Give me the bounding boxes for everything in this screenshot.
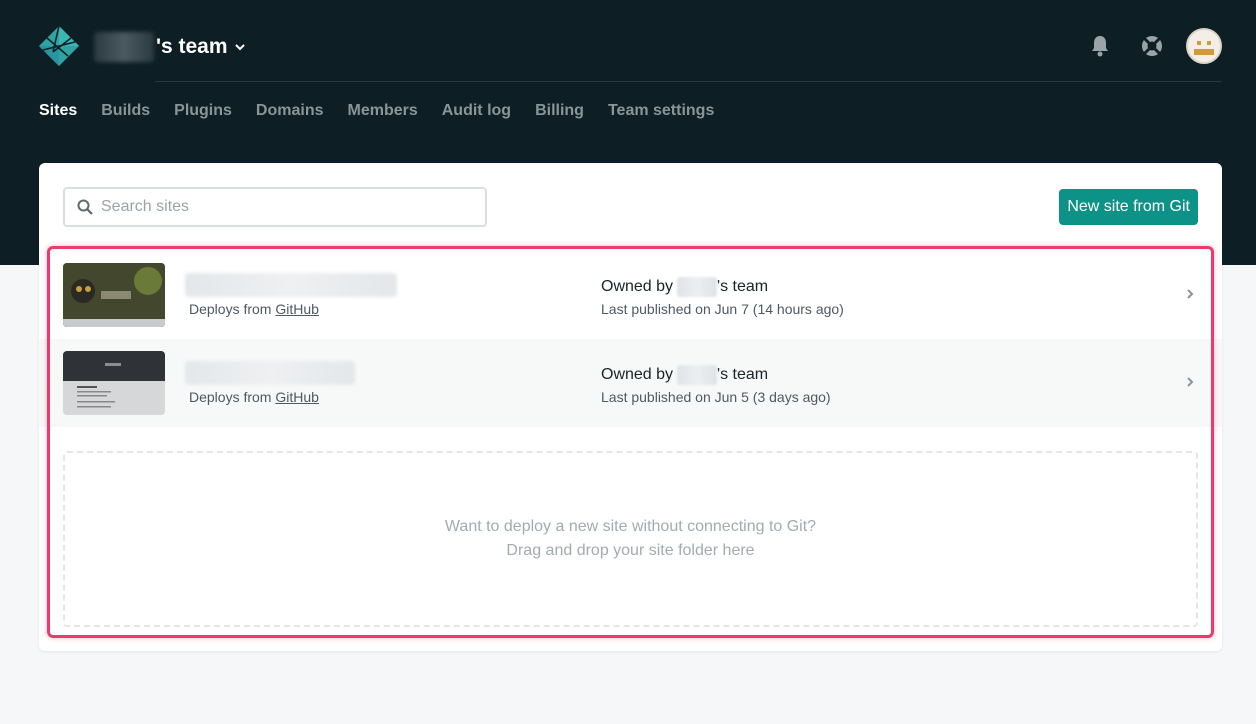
team-nav: Sites Builds Plugins Domains Members Aud… [39, 102, 738, 120]
chevron-down-icon [234, 44, 245, 51]
tab-members[interactable]: Members [348, 102, 418, 120]
owner-suffix: 's team [717, 278, 769, 295]
owner-name-redacted [677, 365, 718, 385]
site-row[interactable]: Deploys from GitHub Owned by 's team Las… [39, 251, 1222, 339]
dropzone-subtitle: Drag and drop your site folder here [506, 542, 755, 559]
deploy-source-label: Deploys from [189, 389, 272, 405]
site-owner: Owned by 's team [601, 365, 768, 385]
owner-label: Owned by [601, 278, 674, 295]
header-actions [1082, 28, 1222, 64]
bell-icon[interactable] [1082, 28, 1118, 64]
tab-sites[interactable]: Sites [39, 102, 77, 120]
owner-label: Owned by [601, 366, 674, 383]
netlify-logo-icon[interactable] [38, 25, 80, 67]
tab-plugins[interactable]: Plugins [174, 102, 232, 120]
drag-drop-zone[interactable]: Want to deploy a new site without connec… [63, 451, 1198, 627]
header-divider [155, 81, 1222, 82]
tab-domains[interactable]: Domains [256, 102, 324, 120]
search-icon [77, 199, 93, 215]
tab-billing[interactable]: Billing [535, 102, 584, 120]
new-site-from-git-button[interactable]: New site from Git [1059, 189, 1198, 225]
team-name-suffix: 's team [156, 35, 228, 58]
last-published: Last published on Jun 7 (14 hours ago) [601, 301, 844, 317]
avatar[interactable] [1186, 28, 1222, 64]
site-thumbnail [63, 351, 165, 415]
owner-name-redacted [677, 277, 718, 297]
site-owner: Owned by 's team [601, 277, 768, 297]
search-box[interactable] [63, 187, 487, 227]
deploy-source: Deploys from GitHub [189, 389, 319, 405]
deploy-source-label: Deploys from [189, 301, 272, 317]
site-name-redacted[interactable] [185, 273, 397, 297]
sites-card: New site from Git Deploys from GitHub Ow… [39, 163, 1222, 651]
team-name-redacted [94, 32, 154, 62]
tab-team-settings[interactable]: Team settings [608, 102, 714, 120]
deploy-source: Deploys from GitHub [189, 301, 319, 317]
help-lifebuoy-icon[interactable] [1134, 28, 1170, 64]
github-link[interactable]: GitHub [275, 389, 319, 405]
chevron-right-icon [1187, 289, 1194, 299]
github-link[interactable]: GitHub [275, 301, 319, 317]
search-input[interactable] [101, 198, 461, 216]
chevron-right-icon [1187, 377, 1194, 387]
dropzone-title: Want to deploy a new site without connec… [444, 518, 817, 535]
site-row[interactable]: Deploys from GitHub Owned by 's team Las… [39, 339, 1222, 427]
tab-builds[interactable]: Builds [101, 102, 150, 120]
last-published: Last published on Jun 5 (3 days ago) [601, 389, 831, 405]
tab-audit-log[interactable]: Audit log [442, 102, 511, 120]
owner-suffix: 's team [717, 366, 769, 383]
site-thumbnail [63, 263, 165, 327]
site-name-redacted[interactable] [185, 361, 355, 385]
team-switcher[interactable]: 's team [94, 30, 246, 64]
